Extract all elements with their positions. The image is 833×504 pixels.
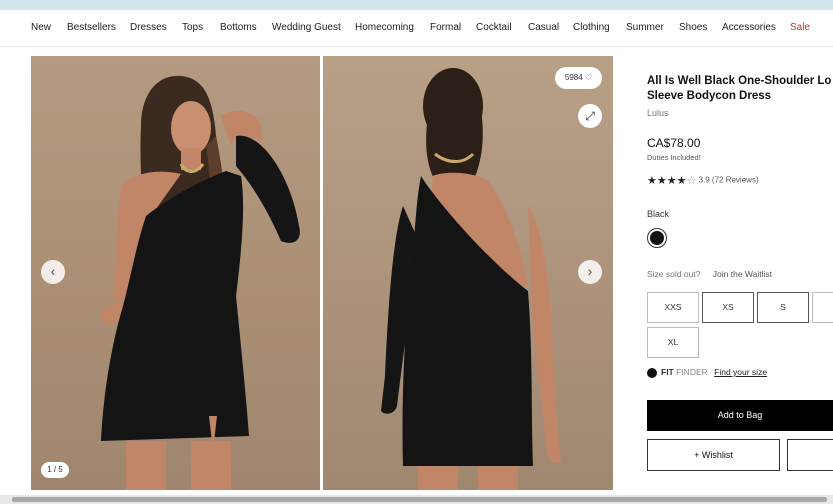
- size-option-xl[interactable]: XL: [647, 327, 699, 358]
- product-price: CA$78.00: [647, 136, 701, 150]
- nav-item-shoes[interactable]: Shoes: [679, 22, 707, 33]
- rating-value: 3.9: [698, 175, 710, 185]
- add-to-bag-button[interactable]: Add to Bag: [647, 400, 833, 431]
- color-swatch-black[interactable]: [647, 228, 667, 248]
- size-option-xxs[interactable]: XXS: [647, 292, 699, 323]
- nav-item-homecoming[interactable]: Homecoming: [355, 22, 414, 33]
- size-option-s[interactable]: S: [757, 292, 809, 323]
- join-waitlist-link[interactable]: Join the Waitlist: [713, 269, 772, 279]
- product-title: All Is Well Black One-Shoulder Lo Sleeve…: [647, 74, 833, 104]
- likes-count-button[interactable]: 5984 ♡: [555, 67, 602, 89]
- secondary-action-button[interactable]: [787, 439, 833, 471]
- product-brand-link[interactable]: Lulus: [647, 108, 669, 118]
- nav-item-cocktail[interactable]: Cocktail: [476, 22, 512, 33]
- nav-item-accessories[interactable]: Accessories: [722, 22, 776, 33]
- gallery-next-button[interactable]: ›: [578, 260, 602, 284]
- fit-finder-icon: [647, 367, 657, 378]
- product-title-line-1: All Is Well Black One-Shoulder Lo: [647, 75, 832, 87]
- nav-item-sale[interactable]: Sale: [790, 22, 810, 33]
- image-counter: 1 / 5: [41, 462, 69, 478]
- model-back-illustration: [381, 68, 561, 490]
- find-your-size-link[interactable]: Find your size: [714, 367, 767, 377]
- duties-note: Duties Included!: [647, 153, 701, 162]
- scrollbar-thumb[interactable]: [12, 497, 827, 502]
- product-photo-back[interactable]: [323, 56, 613, 490]
- size-sold-out-text: Size sold out?: [647, 269, 701, 279]
- nav-item-wedding-guest[interactable]: Wedding Guest: [272, 22, 341, 33]
- fit-finder-word: FINDER: [676, 367, 708, 377]
- size-option-xs[interactable]: XS: [702, 292, 754, 323]
- product-title-line-2: Sleeve Bodycon Dress: [647, 90, 772, 102]
- color-label: Black: [647, 209, 670, 219]
- nav-item-new[interactable]: New: [31, 22, 51, 33]
- reviews-count: (72 Reviews): [711, 175, 759, 185]
- nav-item-formal[interactable]: Formal: [430, 22, 461, 33]
- nav-item-bottoms[interactable]: Bottoms: [220, 22, 257, 33]
- product-photo-front[interactable]: [31, 56, 320, 490]
- nav-item-bestsellers[interactable]: Bestsellers: [67, 22, 116, 33]
- gallery-prev-button[interactable]: ‹: [41, 260, 65, 284]
- size-sold-out-note: Size sold out? Join the Waitlist: [647, 269, 772, 279]
- main-nav: New Bestsellers Dresses Tops Bottoms Wed…: [0, 10, 833, 47]
- wishlist-button[interactable]: + Wishlist: [647, 439, 780, 471]
- nav-item-tops[interactable]: Tops: [182, 22, 203, 33]
- expand-icon[interactable]: ⤢: [578, 104, 602, 128]
- browser-top-strip: [0, 0, 833, 10]
- nav-item-clothing[interactable]: Clothing: [573, 22, 610, 33]
- size-option-partial[interactable]: [812, 292, 833, 323]
- fit-finder[interactable]: FIT FINDER Find your size: [647, 367, 767, 378]
- horizontal-scrollbar[interactable]: [0, 495, 833, 504]
- fit-finder-brand: FIT: [661, 367, 674, 377]
- nav-item-summer[interactable]: Summer: [626, 22, 664, 33]
- nav-item-casual[interactable]: Casual: [528, 22, 559, 33]
- nav-item-dresses[interactable]: Dresses: [130, 22, 167, 33]
- model-front-illustration: [101, 75, 300, 490]
- rating-stars-icon: ★★★★☆: [647, 175, 697, 187]
- product-rating[interactable]: ★★★★☆ 3.9 (72 Reviews): [647, 174, 759, 187]
